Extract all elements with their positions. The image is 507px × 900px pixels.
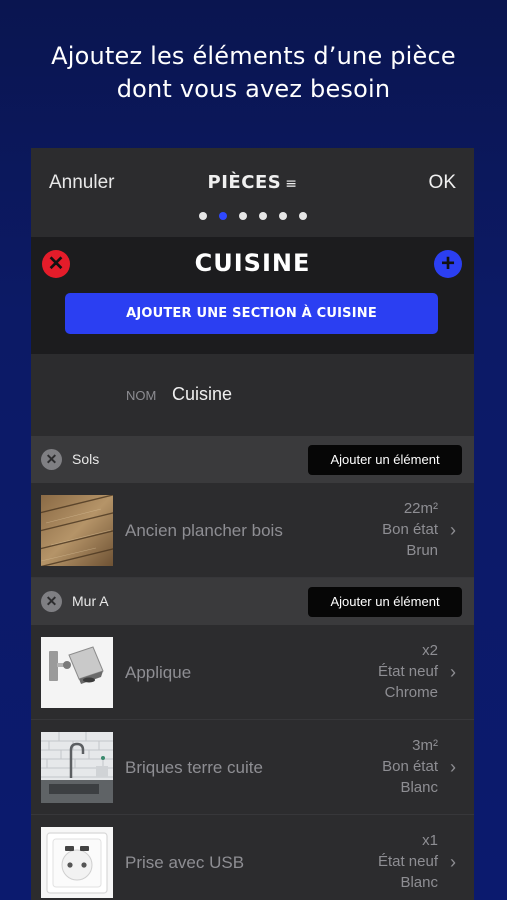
item-details: x2 État neuf Chrome [378, 640, 438, 703]
room-title: CUISINE [194, 249, 311, 277]
add-element-button[interactable]: Ajouter un élément [308, 587, 462, 617]
usb-outlet-photo-icon [41, 827, 113, 898]
page-dot-1[interactable] [198, 212, 207, 220]
item-row[interactable]: Prise avec USB x1 État neuf Blanc › [31, 815, 474, 900]
page-dot-6[interactable] [298, 212, 307, 220]
item-condition: Bon état [382, 521, 438, 538]
item-condition: État neuf [377, 853, 438, 870]
remove-section-icon[interactable]: ✕ [41, 449, 62, 470]
item-quantity: 3m² [412, 737, 438, 754]
room-name-field[interactable]: Cuisine [172, 384, 232, 405]
room-name-row[interactable]: NOM Cuisine [31, 354, 474, 436]
item-details: 22m² Bon état Brun [382, 498, 438, 561]
item-color: Brun [406, 542, 438, 559]
section-header-sols: ✕ Sols Ajouter un élément [31, 436, 474, 483]
item-name: Prise avec USB [125, 853, 245, 872]
remove-section-icon[interactable]: ✕ [41, 591, 62, 612]
item-name: Ancien plancher bois [125, 521, 283, 540]
chevron-right-icon: › [450, 662, 456, 682]
item-details: 3m² Bon état Blanc [382, 735, 438, 798]
add-room-icon[interactable]: + [434, 250, 462, 278]
item-quantity: x2 [422, 642, 438, 659]
item-name: Applique [125, 663, 192, 682]
phone-screen: Annuler PIÈCES ≡ OK ✕ CUISINE + AJOUTER U… [31, 148, 474, 900]
nav-title-label: PIÈCES [207, 172, 282, 193]
page-dot-3[interactable] [238, 212, 247, 220]
navbar: Annuler PIÈCES ≡ OK [31, 148, 474, 237]
item-condition: Bon état [382, 758, 438, 775]
item-row[interactable]: Applique x2 État neuf Chrome › [31, 625, 474, 720]
page-dot-5[interactable] [278, 212, 287, 220]
item-row[interactable]: Ancien plancher bois 22m² Bon état Brun … [31, 483, 474, 578]
section-name: Mur A [72, 593, 109, 609]
nav-title[interactable]: PIÈCES ≡ [31, 172, 474, 193]
section-name: Sols [72, 451, 100, 467]
add-element-button[interactable]: Ajouter un élément [308, 445, 462, 475]
wall-lamp-photo-icon [41, 637, 113, 708]
item-row[interactable]: Briques terre cuite 3m² Bon état Blanc › [31, 720, 474, 815]
add-section-button[interactable]: AJOUTER UNE SECTION À CUISINE [65, 293, 438, 334]
room-header: ✕ CUISINE + AJOUTER UNE SECTION À CUISIN… [31, 237, 474, 354]
chevron-right-icon: › [450, 852, 456, 872]
headline-line-1: Ajoutez les éléments d’une pièce [51, 42, 456, 70]
chevron-right-icon: › [450, 520, 456, 540]
section-header-mur-a: ✕ Mur A Ajouter un élément [31, 578, 474, 625]
menu-icon[interactable]: ≡ [285, 176, 297, 192]
item-color: Blanc [400, 779, 438, 796]
item-color: Blanc [400, 874, 438, 891]
headline-line-2: dont vous avez besoin [116, 75, 391, 103]
page-dot-2[interactable] [218, 212, 227, 220]
item-details: x1 État neuf Blanc [378, 830, 438, 893]
item-condition: État neuf [377, 663, 438, 680]
room-name-label: NOM [126, 388, 157, 403]
brick-wall-photo-icon [41, 732, 113, 803]
item-quantity: 22m² [403, 500, 438, 517]
item-name: Briques terre cuite [125, 758, 263, 777]
headline: Ajoutez les éléments d’une pièce dont vo… [0, 40, 507, 106]
chevron-right-icon: › [450, 757, 456, 777]
page-indicator[interactable] [31, 212, 474, 220]
item-color: Chrome [384, 684, 438, 701]
ok-button[interactable]: OK [429, 172, 456, 194]
wood-floor-photo-icon [41, 495, 113, 566]
item-quantity: x1 [422, 832, 438, 849]
page-dot-4[interactable] [258, 212, 267, 220]
